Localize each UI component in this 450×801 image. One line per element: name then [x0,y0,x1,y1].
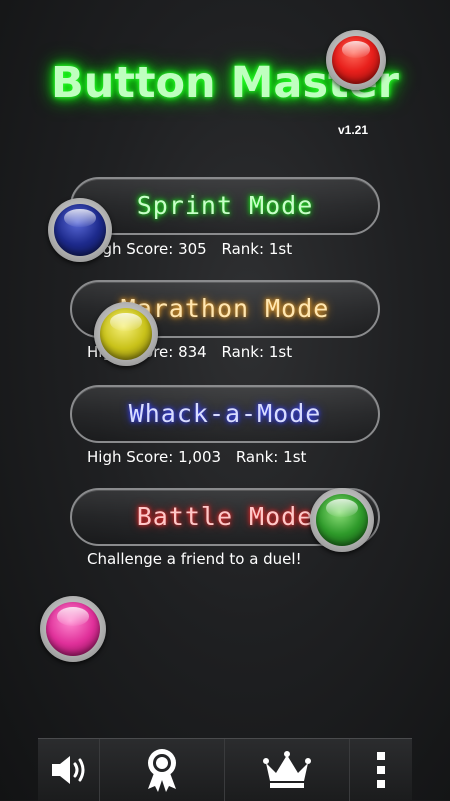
rank-label: Rank: [221,343,265,361]
blue-orb-core [54,204,106,256]
red-orb-core [332,36,380,84]
high-score-value: 834 [178,343,207,361]
crown-icon [263,751,311,788]
whack-a-mode-button[interactable]: Whack-a-Mode [70,385,380,443]
rank-value: 1st [283,448,307,466]
battle-mode-description: Challenge a friend to a duel! [87,550,302,568]
red-orb-button[interactable] [326,30,386,90]
award-ribbon-icon [148,749,176,792]
more-vertical-icon [377,752,385,788]
version-label: v1.21 [338,123,369,137]
rank-label: Rank: [221,240,265,258]
sprint-mode-stats: High Score: 305 Rank: 1st [87,240,292,258]
pink-orb-core [46,602,100,656]
high-score-value: 1,003 [178,448,222,466]
rank-label: Rank: [235,448,279,466]
whack-a-mode-stats: High Score: 1,003 Rank: 1st [87,448,306,466]
sound-toggle-button[interactable] [38,739,100,801]
more-options-button[interactable] [350,739,412,801]
rank-value: 1st [268,343,293,361]
whack-a-mode-label: Whack-a-Mode [128,399,322,428]
yellow-orb-core [100,308,152,360]
sprint-mode-button[interactable]: Sprint Mode [70,177,380,235]
green-orb-core [316,494,368,546]
green-orb-button[interactable] [310,488,374,552]
speaker-icon [51,756,84,784]
bottom-toolbar [38,738,412,801]
achievements-button[interactable] [100,739,225,801]
blue-orb-button[interactable] [48,198,112,262]
rank-value: 1st [268,240,293,258]
pink-orb-button[interactable] [40,596,106,662]
high-score-value: 305 [178,240,207,258]
yellow-orb-button[interactable] [94,302,158,366]
sprint-mode-label: Sprint Mode [136,191,314,220]
high-score-label: High Score: [87,448,174,466]
leaderboard-button[interactable] [225,739,350,801]
